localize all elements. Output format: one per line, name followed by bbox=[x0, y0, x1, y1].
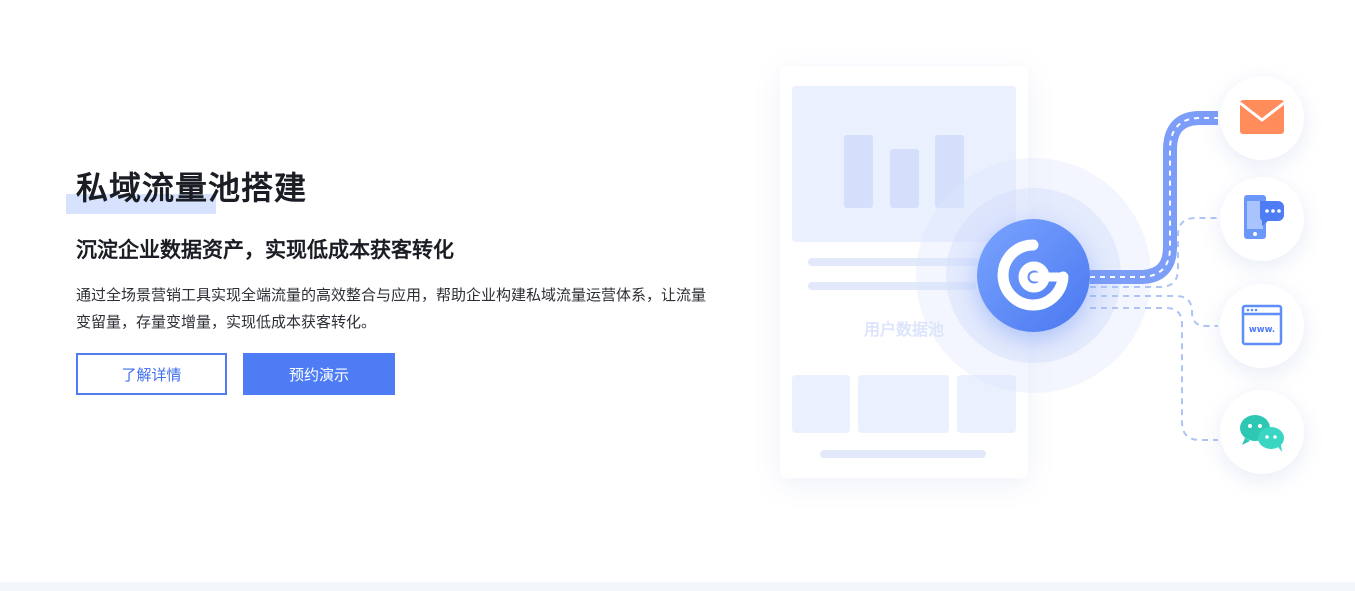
email-icon bbox=[1239, 100, 1285, 134]
hero-title-block: 私域流量池搭建 bbox=[66, 166, 308, 214]
website-channel-node: www. bbox=[1220, 284, 1304, 368]
website-icon: www. bbox=[1241, 304, 1283, 346]
data-pool-illustration: 用户数据池 www. bbox=[760, 50, 1355, 520]
hero-description: 通过全场景营销工具实现全端流量的高效整合与应用，帮助企业构建私域流量运营体系，让… bbox=[76, 286, 707, 331]
web-badge-text: www. bbox=[1249, 325, 1275, 335]
learn-more-button[interactable]: 了解详情 bbox=[76, 353, 227, 395]
mobile-channel-node bbox=[1220, 177, 1304, 261]
book-demo-button[interactable]: 预约演示 bbox=[243, 353, 395, 395]
hub-logo bbox=[977, 219, 1090, 332]
brand-logo-icon bbox=[997, 239, 1069, 311]
wechat-channel-node bbox=[1220, 390, 1304, 474]
email-channel-node bbox=[1220, 76, 1304, 160]
page-title: 私域流量池搭建 bbox=[76, 169, 308, 207]
section-divider bbox=[0, 582, 1355, 591]
hero-subtitle: 沉淀企业数据资产，实现低成本获客转化 bbox=[76, 238, 454, 262]
mobile-chat-icon bbox=[1244, 195, 1284, 239]
wechat-icon bbox=[1240, 415, 1284, 452]
